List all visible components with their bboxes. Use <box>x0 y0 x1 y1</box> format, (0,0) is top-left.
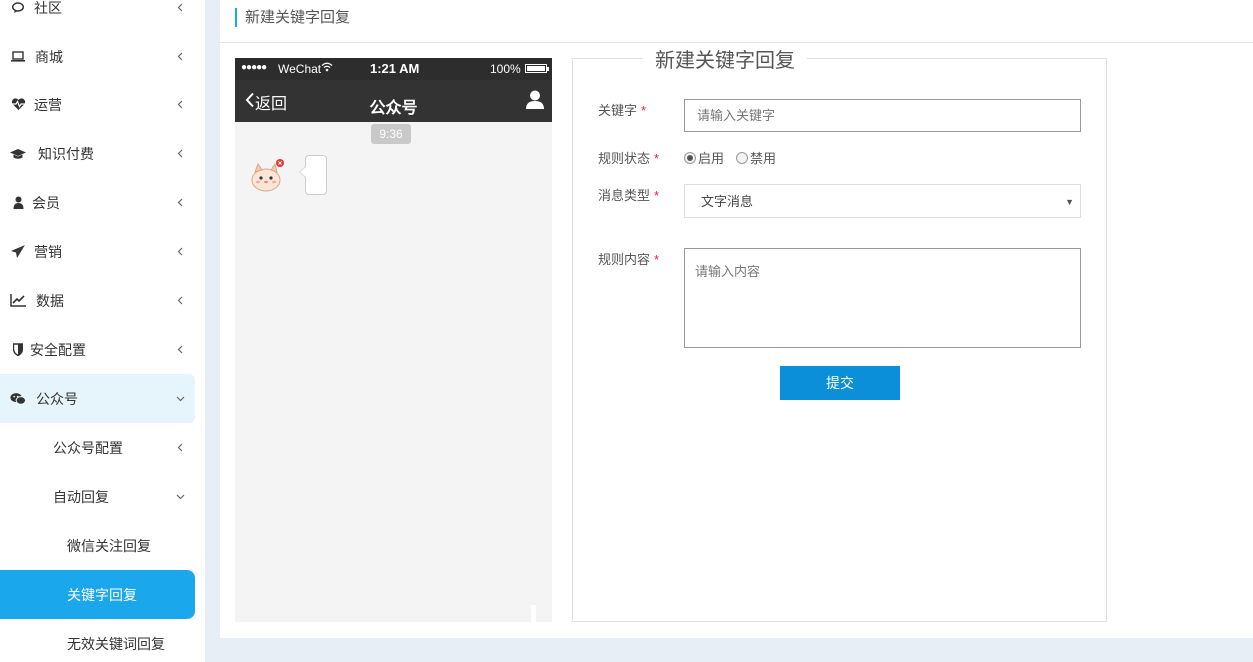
radio-checked-icon <box>684 151 696 164</box>
sidebar-item-members[interactable]: 会员 <box>0 178 195 227</box>
submit-button[interactable]: 提交 <box>780 366 900 400</box>
status-label: 规则状态 * <box>598 148 659 167</box>
sidebar-item-knowledge-pay[interactable]: 知识付费 <box>0 129 195 178</box>
comment-icon <box>10 0 26 16</box>
message-time-badge: 9:36 <box>371 124 411 144</box>
account-avatar <box>249 158 285 194</box>
sidebar-item-label: 关键字回复 <box>67 586 137 603</box>
form-legend: 新建关键字回复 <box>643 49 807 73</box>
chevron-left-icon <box>175 100 185 110</box>
message-bubble <box>299 155 327 195</box>
sidebar-item-account-config[interactable]: 公众号配置 <box>0 423 195 472</box>
sidebar-item-marketing[interactable]: 营销 <box>0 227 195 276</box>
sidebar-item-data[interactable]: 数据 <box>0 276 195 325</box>
chevron-left-icon <box>175 443 185 453</box>
user-icon <box>10 195 26 211</box>
sidebar-item-label: 数据 <box>36 292 64 309</box>
form-panel: 新建关键字回复 关键字* 规则状态* 启用 禁用 消息类型* 文字消息 ▼ 规则… <box>572 49 1107 622</box>
keyword-label-text: 关键字 <box>598 103 638 118</box>
type-label-text: 消息类型 <box>598 188 651 203</box>
signal-dots: ●●●●● <box>241 62 267 73</box>
chevron-left-icon <box>175 149 185 159</box>
status-radio-group: 启用 禁用 <box>684 148 788 167</box>
phone-preview: ●●●●● WeChat 1:21 AM 100% 返回 公众号 9:36 <box>235 58 552 622</box>
chevron-left-icon <box>175 247 185 257</box>
sidebar-item-label: 微信关注回复 <box>67 537 151 554</box>
chevron-left-icon <box>175 296 185 306</box>
page-header: 新建关键字回复 <box>220 0 1253 43</box>
chevron-left-icon <box>175 198 185 208</box>
wechat-icon <box>10 391 26 407</box>
dropdown-arrow-icon: ▼ <box>1065 197 1074 207</box>
phone-scrollbar[interactable] <box>531 605 536 622</box>
sidebar-item-keyword-reply[interactable]: 关键字回复 <box>0 570 195 619</box>
radio-unchecked-icon <box>736 151 749 164</box>
status-label-text: 规则状态 <box>598 151 651 166</box>
graduation-cap-icon <box>10 146 26 162</box>
line-chart-icon <box>10 293 26 309</box>
main-content: 新建关键字回复 ●●●●● WeChat 1:21 AM 100% 返回 公众号… <box>220 0 1253 638</box>
content-textarea[interactable] <box>684 248 1081 348</box>
battery-icon <box>525 64 549 73</box>
sidebar-item-auto-reply[interactable]: 自动回复 <box>0 472 195 521</box>
status-disabled-radio[interactable]: 禁用 <box>736 148 776 167</box>
status-enabled-radio[interactable]: 启用 <box>684 148 724 167</box>
sidebar-item-official-account[interactable]: 公众号 <box>0 374 195 423</box>
sidebar-item-security[interactable]: 安全配置 <box>0 325 195 374</box>
sidebar-item-label: 自动回复 <box>53 488 109 505</box>
shield-icon <box>10 342 26 358</box>
chevron-left-icon <box>175 3 185 13</box>
sidebar-item-label: 无效关键词回复 <box>67 635 165 652</box>
sidebar: 社区 商城 运营 知识付费 会员 营销 数据 安全配置 公众号 公众号配置 自动… <box>0 0 205 662</box>
sidebar-item-label: 知识付费 <box>38 145 94 162</box>
sidebar-item-label: 商城 <box>35 48 63 65</box>
chevron-left-icon <box>175 345 185 355</box>
radio-label: 启用 <box>698 151 725 166</box>
chevron-down-icon <box>175 492 185 502</box>
battery-percent: 100% <box>490 62 521 76</box>
laptop-icon <box>10 49 26 65</box>
heartbeat-icon <box>10 97 26 113</box>
required-mark: * <box>654 252 660 267</box>
phone-title: 公众号 <box>369 100 418 117</box>
status-time: 1:21 AM <box>370 61 420 76</box>
chevron-left-icon <box>175 52 185 62</box>
sidebar-item-invalid-keyword-reply[interactable]: 无效关键词回复 <box>0 619 195 662</box>
keyword-label: 关键字 * <box>598 100 646 119</box>
page-title: 新建关键字回复 <box>245 9 351 26</box>
select-value: 文字消息 <box>701 194 754 209</box>
sidebar-item-label: 会员 <box>32 194 60 211</box>
chevron-down-icon <box>175 394 185 404</box>
content-label: 规则内容 * <box>598 249 659 268</box>
title-accent-bar <box>235 8 237 27</box>
sidebar-item-label: 公众号 <box>36 390 78 407</box>
paper-plane-icon <box>10 244 26 260</box>
user-profile-icon[interactable] <box>526 90 544 112</box>
sidebar-item-community[interactable]: 社区 <box>0 0 195 32</box>
phone-status-bar: ●●●●● WeChat 1:21 AM 100% <box>235 58 552 80</box>
sidebar-item-label: 社区 <box>34 0 62 16</box>
required-mark: * <box>654 188 660 203</box>
required-mark: * <box>654 151 660 166</box>
sidebar-item-label: 运营 <box>34 96 62 113</box>
sidebar-item-operations[interactable]: 运营 <box>0 80 195 129</box>
required-mark: * <box>641 103 647 118</box>
sidebar-item-label: 安全配置 <box>30 341 86 358</box>
wifi-icon <box>321 61 333 75</box>
sidebar-item-label: 营销 <box>34 243 62 260</box>
sidebar-item-mall[interactable]: 商城 <box>0 32 195 81</box>
keyword-input[interactable] <box>684 99 1081 132</box>
sidebar-item-follow-reply[interactable]: 微信关注回复 <box>0 521 195 570</box>
radio-label: 禁用 <box>750 151 777 166</box>
battery-fill <box>527 66 545 71</box>
message-type-select[interactable]: 文字消息 ▼ <box>684 184 1081 218</box>
type-label: 消息类型 * <box>598 185 659 204</box>
sidebar-item-label: 公众号配置 <box>53 439 123 456</box>
content-label-text: 规则内容 <box>598 252 651 267</box>
phone-nav-bar: 返回 公众号 <box>235 80 552 122</box>
carrier-label: WeChat <box>278 62 322 76</box>
